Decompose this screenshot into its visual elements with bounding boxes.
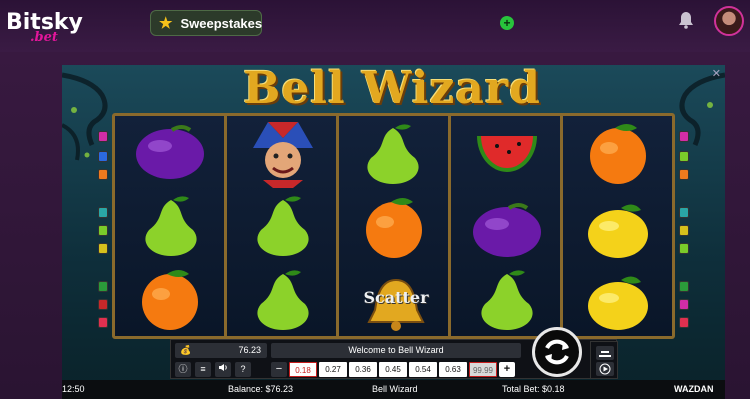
payline-marker	[679, 151, 689, 162]
pear-icon	[145, 196, 197, 256]
status-bar: 12:50 Balance: $76.23 Bell Wizard Total …	[62, 380, 725, 399]
plum-icon	[136, 125, 204, 179]
add-funds-icon[interactable]: +	[500, 16, 514, 30]
payline-marker	[679, 317, 689, 328]
bet-option-max[interactable]: 99.99	[469, 362, 497, 377]
reels-area: Scatter	[112, 113, 675, 339]
payline-marker	[98, 243, 108, 254]
money-bag-icon: 💰	[180, 345, 192, 355]
star-icon: ★	[159, 15, 173, 32]
game-title: Bell Wizard	[243, 65, 541, 114]
game-name-text: Bell Wizard	[372, 384, 418, 394]
payline-marker	[98, 207, 108, 218]
payline-marker	[98, 317, 108, 328]
payline-marker	[98, 299, 108, 310]
jester-icon	[253, 122, 313, 188]
total-bet-text: Total Bet: $0.18	[502, 384, 565, 394]
payline-marker	[679, 299, 689, 310]
sweepstakes-label: Sweepstakes	[180, 15, 263, 31]
lemon-icon	[588, 276, 648, 330]
payline-marker	[679, 207, 689, 218]
scatter-label: Scatter	[363, 288, 429, 307]
lemon-icon	[588, 204, 648, 258]
orange-icon	[366, 198, 422, 258]
top-header: Bitsky .bet ★ Sweepstakes +	[0, 0, 750, 52]
bet-option[interactable]: 0.45	[379, 362, 407, 377]
spin-button[interactable]	[532, 327, 582, 377]
pear-icon	[367, 124, 419, 184]
bet-decrease-button[interactable]: −	[271, 362, 287, 377]
help-button[interactable]: ?	[235, 362, 251, 377]
user-avatar[interactable]	[714, 6, 744, 36]
info-button[interactable]: ⓘ	[175, 362, 191, 377]
bet-option[interactable]: 0.27	[319, 362, 347, 377]
autoplay-button[interactable]	[596, 362, 614, 376]
menu-button[interactable]: ≡	[195, 362, 211, 377]
refresh-icon	[545, 339, 569, 365]
side-controls	[590, 341, 618, 379]
sweepstakes-button[interactable]: ★ Sweepstakes	[150, 10, 262, 36]
paylines-left	[98, 129, 110, 339]
payline-marker	[679, 243, 689, 254]
bet-increase-button[interactable]: +	[499, 362, 515, 377]
payline-marker	[98, 225, 108, 236]
bet-selector: − 0.18 0.27 0.36 0.45 0.54 0.63 99.99 +	[271, 362, 515, 377]
pear-icon	[257, 196, 309, 256]
scatter-symbol: Scatter	[351, 266, 441, 336]
payline-marker	[679, 225, 689, 236]
payline-marker	[98, 131, 108, 142]
clock-text: 12:50	[62, 384, 85, 394]
payline-marker	[679, 131, 689, 142]
bet-option[interactable]: 0.36	[349, 362, 377, 377]
balance-value: 76.23	[238, 345, 261, 355]
pear-icon	[257, 270, 309, 330]
paylines-right	[679, 129, 691, 339]
notification-bell-icon[interactable]	[678, 11, 694, 29]
plum-icon	[473, 203, 541, 257]
bet-option[interactable]: 0.18	[289, 362, 317, 377]
payline-marker	[98, 151, 108, 162]
watermelon-icon	[477, 136, 537, 172]
payline-marker	[679, 281, 689, 292]
payline-marker	[98, 281, 108, 292]
bet-option[interactable]: 0.63	[439, 362, 467, 377]
turbo-button[interactable]	[596, 346, 614, 360]
orange-icon	[142, 270, 198, 330]
turbo-icon	[599, 351, 611, 357]
bet-option[interactable]: 0.54	[409, 362, 437, 377]
message-bar: Welcome to Bell Wizard	[271, 343, 521, 358]
pear-icon	[481, 270, 533, 330]
payline-marker	[679, 169, 689, 180]
logo-subtext: .bet	[30, 30, 58, 45]
close-icon[interactable]: ✕	[712, 67, 721, 80]
app-root: Bitsky .bet ★ Sweepstakes + Bell Wizard …	[0, 0, 750, 399]
balance-text: Balance: $76.23	[228, 384, 294, 394]
sound-button[interactable]	[215, 362, 231, 377]
game-frame: Bell Wizard ✕ Scatter 💰 76.23 Welcome to…	[62, 65, 725, 399]
play-icon	[599, 363, 611, 375]
speaker-icon	[219, 364, 227, 371]
balance-display: 💰 76.23	[175, 343, 267, 358]
provider-logo: WAZDAN	[674, 384, 714, 394]
payline-marker	[98, 169, 108, 180]
orange-icon	[590, 124, 646, 184]
